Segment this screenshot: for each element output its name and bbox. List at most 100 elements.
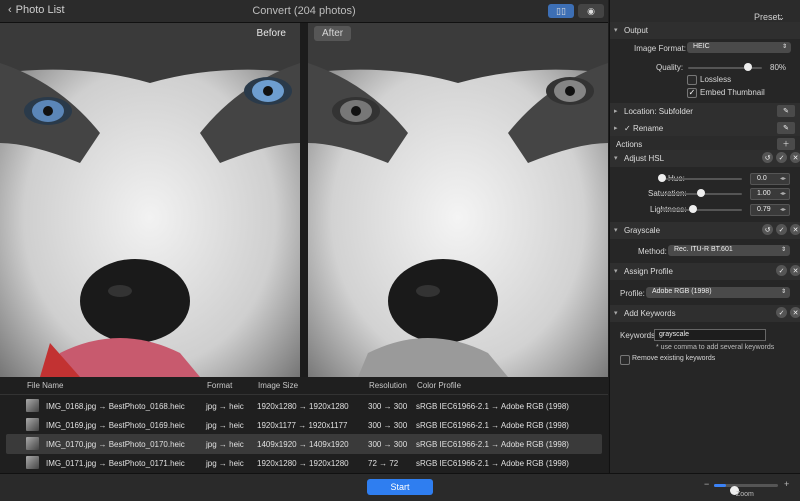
- saturation-stepper[interactable]: 1.00 ◂▸: [750, 188, 790, 200]
- cell-size: 1920x1280 → 1920x1280: [257, 459, 349, 468]
- keywords-input[interactable]: grayscale: [654, 329, 766, 341]
- reset-hsl-button[interactable]: ↺: [762, 152, 773, 163]
- remove-profile-button[interactable]: ✕: [790, 265, 800, 276]
- location-section[interactable]: ▸ Location: Subfolder ✎: [610, 103, 800, 120]
- photo-thumbnail: [26, 399, 39, 412]
- zoom-out-icon[interactable]: −: [704, 479, 709, 489]
- enable-grayscale-button[interactable]: ✓: [776, 224, 787, 235]
- check-icon: ✓: [778, 309, 785, 317]
- embed-thumbnail-checkbox[interactable]: ✓: [687, 88, 697, 98]
- enable-hsl-button[interactable]: ✓: [776, 152, 787, 163]
- table-row[interactable]: IMG_0170.jpg → BestPhoto_0170.heic jpg →…: [6, 434, 602, 454]
- cell-format: jpg → heic: [206, 402, 244, 411]
- embed-thumbnail-label: Embed Thumbnail: [700, 88, 765, 97]
- zoom-in-icon[interactable]: +: [784, 479, 789, 489]
- saturation-slider-knob[interactable]: [697, 189, 705, 197]
- lightness-stepper[interactable]: 0.79 ◂▸: [750, 204, 790, 216]
- cell-format: jpg → heic: [206, 421, 244, 430]
- enable-profile-button[interactable]: ✓: [776, 265, 787, 276]
- add-action-button[interactable]: ＋: [777, 138, 795, 150]
- remove-grayscale-button[interactable]: ✕: [790, 224, 800, 235]
- lossless-checkbox[interactable]: [687, 75, 697, 85]
- rename-section[interactable]: ▸ ✓ Rename ✎: [610, 120, 800, 137]
- hue-slider[interactable]: [660, 178, 742, 180]
- edit-location-button[interactable]: ✎: [777, 105, 795, 117]
- col-file-name[interactable]: File Name: [27, 381, 63, 390]
- remove-existing-checkbox[interactable]: [620, 355, 630, 365]
- assign-profile-header[interactable]: ▾ Assign Profile ✓ ✕: [610, 263, 800, 280]
- photo-thumbnail: [26, 437, 39, 450]
- method-select[interactable]: Rec. ITU-R BT.601 ⇕: [668, 245, 790, 256]
- edit-rename-button[interactable]: ✎: [777, 122, 795, 134]
- preview-toggle-button[interactable]: ◉: [578, 4, 604, 18]
- quality-label: Quality:: [656, 63, 684, 72]
- enable-keywords-button[interactable]: ✓: [776, 307, 787, 318]
- chevron-down-icon: ▾: [614, 310, 618, 317]
- cell-file: IMG_0170.jpg → BestPhoto_0170.heic: [46, 440, 185, 449]
- chevron-down-icon: ▾: [614, 268, 618, 275]
- col-image-size[interactable]: Image Size: [258, 381, 298, 390]
- add-keywords-header[interactable]: ▾ Add Keywords ✓ ✕: [610, 305, 800, 322]
- col-resolution[interactable]: Resolution: [369, 381, 407, 390]
- cell-format: jpg → heic: [206, 459, 244, 468]
- after-photo: [308, 23, 608, 377]
- adjust-hsl-header[interactable]: ▾ Adjust HSL ↺ ✓ ✕: [610, 150, 800, 167]
- pencil-icon: ✎: [783, 108, 789, 115]
- chevron-down-icon: ▾: [614, 27, 618, 34]
- reset-icon: ↺: [764, 154, 771, 162]
- table-row[interactable]: IMG_0168.jpg → BestPhoto_0168.heic jpg →…: [6, 396, 602, 416]
- output-section-header[interactable]: ▾ Output: [610, 22, 800, 39]
- lightness-slider-knob[interactable]: [689, 205, 697, 213]
- assign-profile-title: Assign Profile: [624, 267, 673, 276]
- zoom-control: − + Zoom: [704, 479, 794, 499]
- split-divider[interactable]: [300, 23, 308, 377]
- cell-profile: sRGB IEC61966-2.1 → Adobe RGB (1998): [416, 421, 569, 430]
- saturation-value: 1.00: [757, 190, 771, 197]
- table-row[interactable]: IMG_0171.jpg → BestPhoto_0171.heic jpg →…: [6, 453, 602, 473]
- lightness-slider[interactable]: [660, 209, 742, 211]
- before-label: Before: [256, 28, 286, 39]
- close-icon: ✕: [792, 309, 799, 317]
- grayscale-title: Grayscale: [624, 226, 661, 235]
- cell-resolution: 300 → 300: [368, 421, 408, 430]
- close-icon: ✕: [792, 226, 799, 234]
- chevron-updown-icon: ⇕: [781, 44, 787, 50]
- image-format-select[interactable]: HEIC ⇕: [687, 42, 791, 53]
- cell-resolution: 72 → 72: [368, 459, 399, 468]
- actions-title: Actions: [616, 140, 643, 149]
- close-icon: ✕: [792, 154, 799, 162]
- lossless-label: Lossless: [700, 75, 732, 84]
- top-toolbar: ‹ Photo List Convert (204 photos) ▯▯ ◉: [0, 0, 608, 23]
- output-title: Output: [624, 26, 649, 35]
- remove-keywords-button[interactable]: ✕: [790, 307, 800, 318]
- profile-select[interactable]: Adobe RGB (1998) ⇕: [646, 287, 790, 298]
- rename-label: ✓ Rename: [624, 124, 663, 133]
- reset-icon: ↺: [764, 226, 771, 234]
- preset-selector[interactable]: Preset: Custom ⌄: [610, 0, 800, 32]
- start-button[interactable]: Start: [367, 479, 433, 495]
- table-row[interactable]: IMG_0169.jpg → BestPhoto_0169.heic jpg →…: [6, 415, 602, 435]
- hue-stepper[interactable]: 0.0 ◂▸: [750, 173, 790, 185]
- image-format-label: Image Format:: [634, 44, 687, 53]
- remove-hsl-button[interactable]: ✕: [790, 152, 800, 163]
- method-value: Rec. ITU-R BT.601: [674, 246, 733, 253]
- image-format-value: HEIC: [693, 43, 710, 50]
- pencil-icon: ✎: [783, 125, 789, 132]
- grayscale-header[interactable]: ▾ Grayscale ↺ ✓ ✕: [610, 222, 800, 239]
- chevron-updown-icon: ⇕: [780, 247, 786, 253]
- quality-slider-knob[interactable]: [744, 63, 752, 71]
- eye-icon: ◉: [587, 5, 595, 16]
- zoom-slider[interactable]: [714, 484, 778, 495]
- cell-size: 1920x1280 → 1920x1280: [257, 402, 349, 411]
- cell-size: 1409x1920 → 1409x1920: [257, 440, 349, 449]
- split-view-button[interactable]: ▯▯: [548, 4, 574, 18]
- cell-resolution: 300 → 300: [368, 402, 408, 411]
- rename-text: Rename: [632, 124, 664, 133]
- hue-slider-knob[interactable]: [658, 174, 666, 182]
- location-label: Location: Subfolder: [624, 107, 693, 116]
- col-format[interactable]: Format: [207, 381, 232, 390]
- table-header: File Name Format Image Size Resolution C…: [0, 377, 608, 395]
- reset-grayscale-button[interactable]: ↺: [762, 224, 773, 235]
- col-color-profile[interactable]: Color Profile: [417, 381, 461, 390]
- preview-area: Before After: [0, 23, 608, 377]
